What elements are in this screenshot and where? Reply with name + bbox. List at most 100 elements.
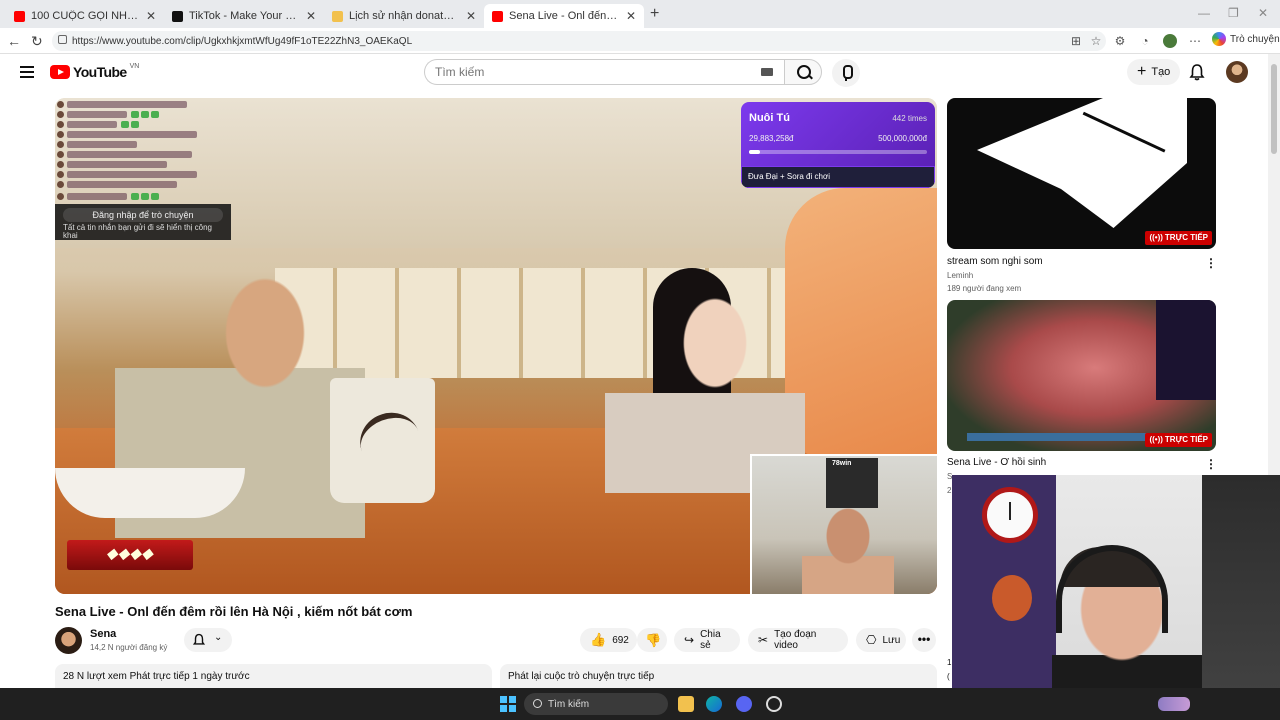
app-available-icon[interactable]: ⊞ [1069, 34, 1083, 48]
tab-title: TikTok - Make Your Day [189, 10, 300, 22]
live-badge: ((•)) TRỰC TIẾP [1145, 433, 1212, 447]
like-button[interactable]: 👍 692 [580, 628, 637, 652]
donate-progress-fill [749, 150, 760, 154]
browser-tab-3[interactable]: Lịch sử nhận donate | WeScan ✕ [324, 4, 484, 28]
close-icon[interactable]: ✕ [626, 9, 636, 23]
save-button[interactable]: ⎔ Lưu [856, 628, 906, 652]
live-broadcast-icon: ((•)) [1149, 233, 1163, 242]
live-badge: ((•)) TRỰC TIẾP [1145, 231, 1212, 245]
kebab-menu-icon[interactable]: ⋮ [1205, 457, 1217, 471]
more-menu-icon[interactable]: ⋯ [1188, 34, 1202, 48]
poster-text: 78win [832, 460, 852, 467]
related-video-viewers: 2 [947, 486, 952, 495]
chat-login-prompt: Đăng nhập để trò chuyện Tất cả tin nhắn … [55, 204, 231, 240]
back-arrow-icon[interactable]: ← [7, 33, 21, 49]
new-tab-icon[interactable]: + [650, 5, 659, 23]
more-actions-button[interactable]: ••• [912, 628, 936, 652]
windows-start-icon[interactable] [500, 696, 516, 712]
wall-clock [982, 487, 1038, 543]
create-button[interactable]: + Tạo [1127, 59, 1181, 85]
favorite-star-icon[interactable]: ☆ [1089, 34, 1103, 48]
related-video-viewers: 189 người đang xem [947, 284, 1022, 293]
youtube-masthead: YouTube VN Tìm kiếm + Tạo [0, 54, 1268, 92]
keyboard-icon[interactable] [761, 68, 773, 76]
folder-icon [332, 10, 343, 22]
browser-tab-4-active[interactable]: Sena Live - Onl đến đêm rồi lên H ✕ [484, 4, 644, 28]
scrollbar-thumb[interactable] [1271, 64, 1277, 154]
plush-toy [992, 575, 1032, 621]
hanging-clothes [1202, 475, 1280, 720]
minimize-icon[interactable]: — [1198, 6, 1210, 20]
site-info-icon[interactable] [58, 35, 67, 44]
discord-icon[interactable] [736, 696, 752, 712]
copilot-chat-button[interactable]: Trò chuyện [1212, 32, 1280, 46]
close-icon[interactable]: ✕ [306, 9, 316, 23]
browser-tab-strip: 100 CUỘC GỌI NHỠ | WOKEUP ft. ✕ TikTok -… [0, 0, 1280, 28]
reload-icon[interactable]: ↻ [31, 33, 43, 50]
tab-title: Sena Live - Onl đến đêm rồi lên H [509, 10, 620, 22]
scene-cup [330, 378, 435, 503]
dislike-button[interactable]: 👍 [637, 628, 667, 652]
chat-replay-label: Phát lại cuộc trò chuyện trực tiếp [508, 671, 655, 682]
live-badge-label: TRỰC TIẾP [1164, 435, 1208, 444]
voice-search-button[interactable] [832, 59, 860, 87]
close-icon[interactable]: ✕ [146, 9, 156, 23]
youtube-icon [492, 10, 503, 22]
account-avatar[interactable] [1226, 61, 1248, 83]
related-video-title-fragment[interactable]: 1 [947, 658, 951, 667]
browser-tab-1[interactable]: 100 CUỘC GỌI NHỠ | WOKEUP ft. ✕ [6, 4, 164, 28]
bookmark-icon: ⎔ [866, 633, 877, 647]
video-player[interactable]: Đăng nhập để trò chuyện Tất cả tin nhắn … [55, 98, 937, 594]
donate-current-amount: 29,883,258đ [749, 134, 794, 143]
related-video-title[interactable]: stream som nghi som [947, 256, 1043, 267]
file-explorer-icon[interactable] [678, 696, 694, 712]
related-video-title[interactable]: Sena Live - Ơ hồi sinh [947, 457, 1046, 468]
like-count: 692 [612, 634, 629, 646]
views-and-date: 28 N lượt xem Phát trực tiếp 1 ngày trướ… [63, 671, 250, 682]
thumbs-down-icon: 👍 [645, 633, 662, 648]
browser-tab-2[interactable]: TikTok - Make Your Day ✕ [164, 4, 324, 28]
hamburger-menu-icon[interactable] [20, 66, 34, 78]
webcam-inset: 78win [750, 454, 937, 594]
chat-line [57, 140, 207, 149]
chat-line [57, 192, 207, 201]
related-video-thumbnail[interactable]: ((•)) TRỰC TIẾP [947, 98, 1216, 249]
close-icon[interactable]: ✕ [466, 9, 476, 23]
scene-bowl [55, 468, 245, 518]
edge-browser-icon[interactable] [706, 696, 722, 712]
clip-button[interactable]: ✂ Tạo đoạn video [748, 628, 848, 652]
related-video-channel[interactable]: Leminh [947, 271, 973, 280]
chat-login-button[interactable]: Đăng nhập để trò chuyện [63, 208, 223, 222]
channel-name[interactable]: Sena [90, 628, 116, 640]
subscription-bell-button[interactable]: ⌄ [184, 628, 232, 652]
notifications-bell-icon[interactable] [1188, 63, 1206, 81]
thumbnail-art [967, 433, 1167, 441]
related-video-thumbnail[interactable]: ((•)) TRỰC TIẾP [947, 300, 1216, 451]
search-input[interactable]: Tìm kiếm [424, 59, 784, 85]
tiktok-icon [172, 10, 183, 22]
video-title: Sena Live - Onl đến đêm rồi lên Hà Nội ,… [55, 604, 413, 619]
share-button[interactable]: ↪ Chia sẻ [674, 628, 740, 652]
shield-icon[interactable]: ◔ [1138, 34, 1152, 48]
live-broadcast-icon: ((•)) [1149, 435, 1163, 444]
extensions-icon[interactable]: ⚙ [1113, 34, 1127, 48]
description-box[interactable]: 28 N lượt xem Phát trực tiếp 1 ngày trướ… [55, 664, 492, 688]
profile-avatar-icon[interactable] [1163, 34, 1177, 48]
close-window-icon[interactable]: ✕ [1258, 6, 1268, 20]
donate-goal-widget: Nuôi Tú 442 times 29,883,258đ 500,000,00… [741, 102, 935, 188]
channel-avatar[interactable] [55, 627, 82, 654]
donate-goal-footer: Đưa Đại + Sora đi chơi [741, 166, 935, 188]
url-field[interactable]: https://www.youtube.com/clip/UgkxhkjxmtW… [52, 31, 1106, 51]
obs-icon[interactable] [766, 696, 782, 712]
search-button[interactable] [784, 59, 822, 85]
chat-line [57, 180, 207, 189]
region-code: VN [129, 62, 140, 70]
scene-foreground-cloth [785, 188, 937, 458]
youtube-logo[interactable]: YouTube VN [50, 62, 140, 80]
live-chat-replay-bar[interactable]: Phát lại cuộc trò chuyện trực tiếp [500, 664, 937, 688]
taskbar-search-label: Tìm kiếm [548, 698, 590, 710]
taskbar-search[interactable]: Tìm kiếm [524, 693, 1190, 715]
maximize-icon[interactable]: ❐ [1228, 6, 1239, 20]
kebab-menu-icon[interactable]: ⋮ [1205, 256, 1217, 270]
scissors-icon: ✂ [758, 633, 769, 647]
